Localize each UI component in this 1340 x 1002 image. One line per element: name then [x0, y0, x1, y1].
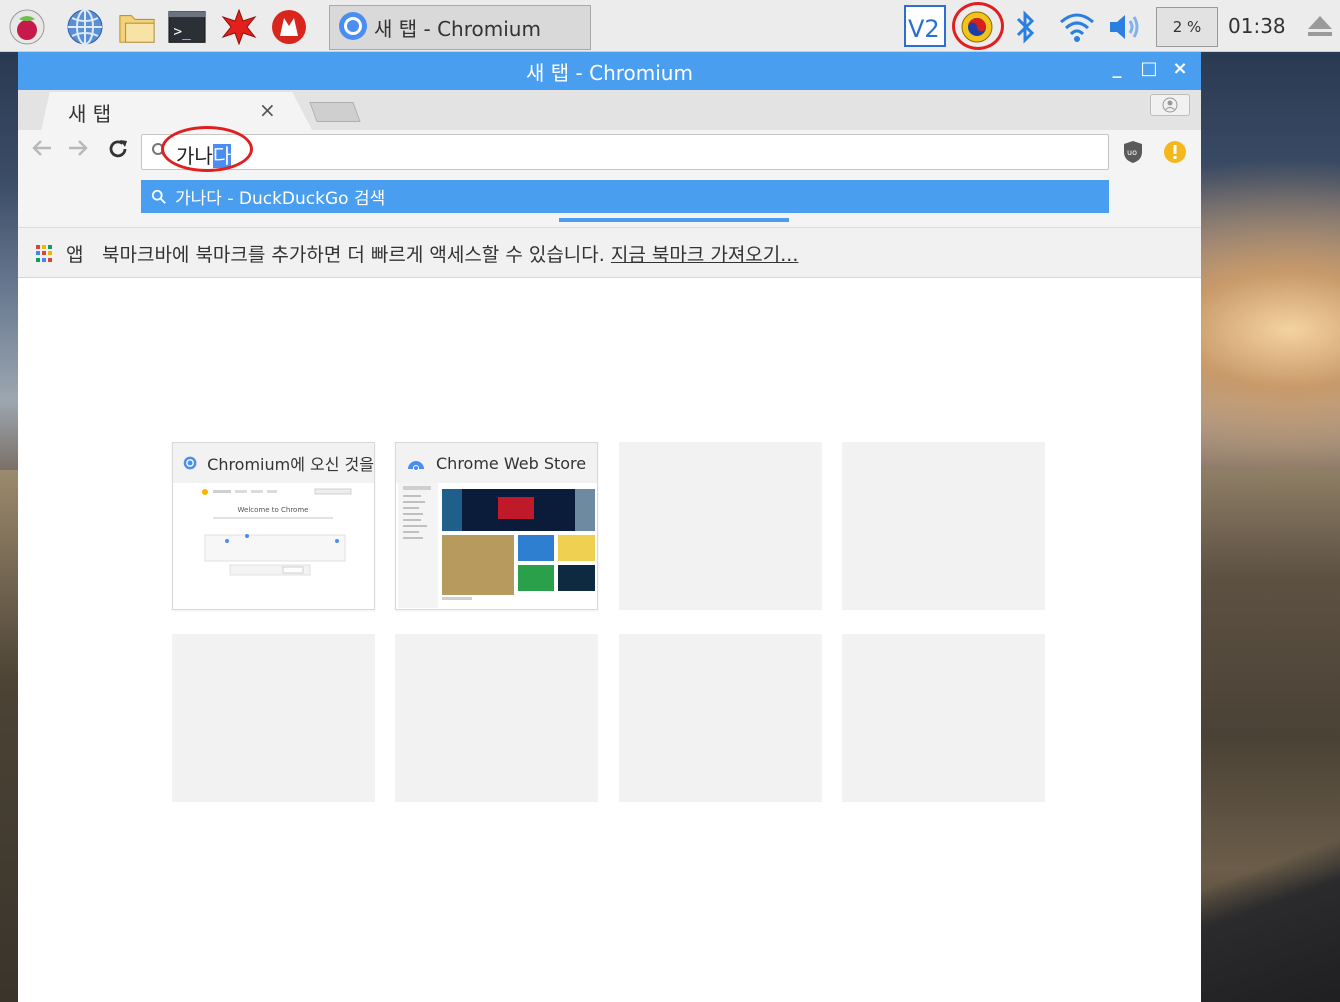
- back-button[interactable]: [28, 138, 56, 164]
- web-browser-icon[interactable]: [66, 8, 104, 46]
- new-tab-button[interactable]: [309, 102, 361, 122]
- ime-icon[interactable]: [960, 10, 994, 44]
- terminal-icon[interactable]: >_: [168, 8, 206, 46]
- omnibox-dropdown: 가나다 - DuckDuckGo 검색: [18, 174, 1201, 228]
- warning-extension-icon[interactable]: [1163, 140, 1187, 168]
- mathematica-icon[interactable]: [220, 8, 258, 46]
- back-arrow-icon: [32, 140, 51, 156]
- wallpaper-road: [1201, 780, 1340, 1002]
- suggestion-search-icon: [151, 189, 166, 204]
- maximize-button[interactable]: □: [1137, 58, 1161, 79]
- tile-thumbnail: [398, 483, 595, 608]
- web-store-favicon-icon: [408, 461, 424, 471]
- most-visited-tile-empty: [619, 634, 822, 802]
- import-bookmarks-link[interactable]: 지금 북마크 가져오기...: [611, 244, 799, 266]
- new-tab-page: Chromium에 오신 것을 Welcome to Chrome Chrome…: [18, 278, 1201, 1002]
- svg-text:uo: uo: [1127, 148, 1137, 157]
- minimize-button[interactable]: _: [1105, 58, 1129, 79]
- most-visited-tile[interactable]: Chrome Web Store: [395, 442, 598, 610]
- volume-icon[interactable]: [1108, 12, 1144, 42]
- tile-title: Chromium에 오신 것을: [207, 455, 374, 474]
- address-bar-text: 가나다: [176, 140, 232, 169]
- bluetooth-icon[interactable]: [1014, 10, 1038, 44]
- cpu-usage-label: 2 %: [1172, 18, 1202, 36]
- close-button[interactable]: ×: [1168, 58, 1192, 79]
- chromium-window: 새 탭 - Chromium _ □ × 새 탭 × 가나다 uo 가나다 - …: [18, 52, 1201, 1002]
- browser-toolbar: 가나다 uo: [18, 126, 1201, 174]
- search-suggestion[interactable]: 가나다 - DuckDuckGo 검색: [141, 180, 1109, 213]
- vnc-icon[interactable]: V2: [904, 5, 946, 47]
- profile-icon: [1162, 97, 1178, 113]
- svg-text:>_: >_: [173, 24, 191, 40]
- taskbar-chromium-task[interactable]: 새 탭 - Chromium: [329, 5, 591, 50]
- bookmark-bar-message: 북마크바에 북마크를 추가하면 더 빠르게 액세스할 수 있습니다. 지금 북마…: [102, 240, 798, 267]
- ublock-extension-icon[interactable]: uo: [1122, 140, 1144, 168]
- cpu-usage-monitor[interactable]: 2 %: [1156, 7, 1218, 47]
- most-visited-tile-empty: [172, 634, 375, 802]
- clock[interactable]: 01:38: [1228, 14, 1286, 38]
- address-selected-text: 다: [212, 144, 232, 168]
- taskbar: >_ 새 탭 - Chromium V2 2 % 01:38: [0, 0, 1340, 52]
- most-visited-tile[interactable]: Chromium에 오신 것을 Welcome to Chrome: [172, 442, 375, 610]
- search-icon: [151, 142, 169, 164]
- raspberry-menu-icon[interactable]: [8, 8, 46, 46]
- most-visited-tile-empty: [395, 634, 598, 802]
- suggestion-text: 가나다 - DuckDuckGo 검색: [175, 189, 386, 209]
- tab-title: 새 탭: [68, 102, 112, 126]
- window-title: 새 탭 - Chromium: [526, 60, 693, 85]
- tile-header: Chromium에 오신 것을: [173, 443, 374, 483]
- tile-header: Chrome Web Store: [396, 443, 597, 483]
- bookmark-bar: 앱 북마크바에 북마크를 추가하면 더 빠르게 액세스할 수 있습니다. 지금 …: [18, 228, 1201, 278]
- apps-shortcut[interactable]: 앱: [66, 240, 83, 267]
- wifi-icon[interactable]: [1058, 10, 1096, 44]
- taskbar-task-label: 새 탭 - Chromium: [374, 17, 541, 41]
- thumb-welcome-text: Welcome to Chrome: [238, 506, 309, 514]
- loading-indicator: [559, 218, 789, 222]
- file-manager-icon[interactable]: [118, 8, 156, 46]
- chromium-icon: [338, 11, 368, 45]
- tile-title: Chrome Web Store: [436, 453, 587, 473]
- forward-arrow-icon: [69, 140, 88, 156]
- tile-thumbnail: Welcome to Chrome: [175, 483, 372, 608]
- wallpaper-ground-left: [0, 470, 18, 1002]
- bookmark-bar-hint: 북마크바에 북마크를 추가하면 더 빠르게 액세스할 수 있습니다.: [102, 244, 605, 266]
- most-visited-tile-empty: [619, 442, 822, 610]
- eject-icon[interactable]: [1306, 14, 1334, 38]
- address-typed-text: 가나: [176, 144, 213, 168]
- reload-button[interactable]: [104, 138, 132, 166]
- reload-icon: [109, 140, 127, 158]
- tab-strip: 새 탭 ×: [18, 90, 1201, 130]
- svg-text:V2: V2: [908, 15, 940, 43]
- most-visited-tile-empty: [842, 634, 1045, 802]
- tab-close-button[interactable]: ×: [259, 98, 276, 122]
- address-bar[interactable]: 가나다: [141, 134, 1109, 170]
- wolfram-icon[interactable]: [270, 8, 308, 46]
- most-visited-tile-empty: [842, 442, 1045, 610]
- window-titlebar[interactable]: 새 탭 - Chromium _ □ ×: [18, 52, 1201, 90]
- forward-button[interactable]: [64, 138, 92, 164]
- chromium-favicon-icon: [183, 456, 197, 470]
- profile-button[interactable]: [1150, 94, 1190, 116]
- apps-grid-icon[interactable]: [36, 245, 53, 262]
